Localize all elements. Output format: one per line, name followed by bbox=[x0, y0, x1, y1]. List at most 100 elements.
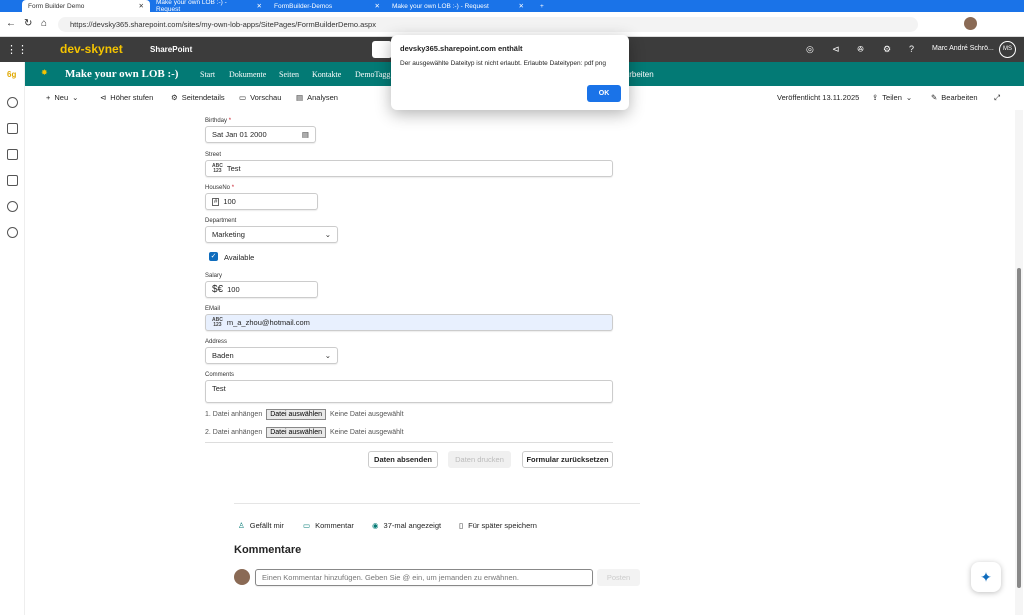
analytics-icon: ▤ bbox=[296, 93, 304, 102]
avatar[interactable]: MS bbox=[999, 41, 1016, 58]
label: Teilen bbox=[882, 93, 902, 102]
tab-request-1[interactable]: Make your own LOB :-) - Request ✕ bbox=[150, 0, 268, 13]
label: 1. Datei anhängen bbox=[205, 411, 263, 418]
search-box[interactable] bbox=[372, 41, 392, 58]
save-for-later-button[interactable]: ▯ Für später speichern bbox=[459, 521, 537, 530]
chevron-down-icon: ⌄ bbox=[905, 93, 913, 102]
placeholder: Einen Kommentar hinzufügen. Geben Sie @ … bbox=[262, 573, 519, 582]
page-details-button[interactable]: ⚙ Seitendetails bbox=[171, 93, 225, 102]
scrollbar-thumb[interactable] bbox=[1017, 268, 1021, 588]
label: Gefällt mir bbox=[249, 521, 284, 530]
expand-icon[interactable]: ⤢ bbox=[994, 93, 1000, 103]
label: Kommentar bbox=[315, 521, 354, 530]
post-button[interactable]: Posten bbox=[597, 569, 640, 586]
birthday-date-picker[interactable]: Sat Jan 01 2000 ▤ bbox=[205, 126, 316, 143]
email-input[interactable]: ABC 123 m_a_zhou@hotmail.com bbox=[205, 314, 613, 331]
address-dropdown[interactable]: Baden ⌄ bbox=[205, 347, 338, 364]
ok-button[interactable]: OK bbox=[587, 85, 621, 102]
comment-button[interactable]: ▭ Kommentar bbox=[303, 521, 354, 530]
tab-form-builder-demo[interactable]: Form Builder Demo ✕ bbox=[22, 0, 150, 12]
plus-icon: + bbox=[46, 93, 51, 102]
list-icon[interactable] bbox=[7, 175, 18, 186]
site-logo-icon[interactable]: 6g bbox=[7, 70, 16, 79]
available-checkbox[interactable]: ✓ bbox=[209, 252, 218, 261]
calendar-icon[interactable]: ▤ bbox=[302, 130, 309, 139]
profile-avatar[interactable] bbox=[964, 17, 977, 30]
megaphone-icon[interactable]: ⊲ bbox=[832, 44, 840, 55]
tab-formbuilder-demos[interactable]: FormBuilder-Demos ✕ bbox=[268, 0, 386, 12]
share-button[interactable]: ⇪ Teilen ⌄ bbox=[872, 93, 912, 102]
file-upload-1: 1. Datei anhängen Datei auswählen Keine Da… bbox=[205, 409, 404, 420]
currency-icon: $€ bbox=[212, 284, 224, 295]
file-status: Keine Datei ausgewählt bbox=[329, 429, 404, 436]
nav-kontakte[interactable]: Kontakte bbox=[312, 70, 341, 79]
value: Baden bbox=[212, 351, 234, 360]
promote-button[interactable]: ⊲ Höher stufen bbox=[100, 93, 153, 102]
print-button[interactable]: Daten drucken bbox=[448, 451, 511, 468]
nav-start[interactable]: Start bbox=[200, 70, 215, 79]
comments-textarea[interactable]: Test bbox=[205, 380, 613, 403]
refresh-icon[interactable]: ↻ bbox=[24, 18, 32, 29]
add-icon[interactable] bbox=[7, 227, 18, 238]
submit-button[interactable]: Daten absenden bbox=[368, 451, 438, 468]
app-launcher-icon[interactable]: ⋮⋮ bbox=[6, 43, 28, 56]
sync-icon[interactable] bbox=[7, 201, 18, 212]
value: Test bbox=[226, 164, 241, 173]
views-count: ◉ 37-mal angezeigt bbox=[372, 521, 441, 530]
megaphone-icon: ⊲ bbox=[100, 93, 107, 102]
nav-seiten[interactable]: Seiten bbox=[279, 70, 299, 79]
file-upload-2: 2. Datei anhängen Datei auswählen Keine Da… bbox=[205, 427, 404, 438]
close-icon[interactable]: ✕ bbox=[375, 2, 380, 10]
label: Vorschau bbox=[250, 93, 282, 102]
close-icon[interactable]: ✕ bbox=[257, 2, 262, 10]
analytics-button[interactable]: ▤ Analysen bbox=[296, 93, 338, 102]
comment-icon: ▭ bbox=[303, 521, 311, 530]
url-input[interactable]: https://devsky365.sharepoint.com/sites/m… bbox=[58, 17, 918, 32]
reset-button[interactable]: Formular zurücksetzen bbox=[522, 451, 613, 468]
comment-input[interactable]: Einen Kommentar hinzufügen. Geben Sie @ … bbox=[255, 569, 593, 586]
preview-button[interactable]: ▭ Vorschau bbox=[239, 93, 281, 102]
street-label: Street bbox=[205, 152, 222, 158]
value: Sat Jan 01 2000 bbox=[212, 130, 267, 139]
scrollbar[interactable] bbox=[1015, 110, 1023, 615]
copilot-sparkle-button[interactable]: ✦ bbox=[971, 562, 1001, 592]
sharepoint-label[interactable]: SharePoint bbox=[150, 45, 192, 54]
file-icon[interactable] bbox=[7, 149, 18, 160]
globe-icon[interactable] bbox=[7, 97, 18, 108]
dev-skynet-logo[interactable]: dev-skynet bbox=[60, 42, 123, 56]
news-icon[interactable] bbox=[7, 123, 18, 134]
help-icon[interactable]: ? bbox=[909, 44, 914, 54]
department-dropdown[interactable]: Marketing ⌄ bbox=[205, 226, 338, 243]
salary-input[interactable]: $€ 100 bbox=[205, 281, 318, 298]
number-icon: # bbox=[212, 197, 220, 206]
choose-file-button[interactable]: Datei auswählen bbox=[266, 409, 326, 420]
tab-label: Form Builder Demo bbox=[28, 2, 85, 10]
choose-file-button[interactable]: Datei auswählen bbox=[266, 427, 326, 438]
divider bbox=[234, 503, 640, 504]
home-icon[interactable]: ⌂ bbox=[41, 18, 47, 29]
chevron-down-icon: ⌄ bbox=[72, 93, 79, 102]
label: 2. Datei anhängen bbox=[205, 429, 263, 436]
new-tab-button[interactable]: + bbox=[534, 0, 550, 12]
avatar bbox=[234, 569, 250, 585]
like-button[interactable]: ♙ Gefällt mir bbox=[238, 521, 284, 530]
bookmark-icon: ▯ bbox=[459, 521, 464, 530]
new-button[interactable]: + Neu ⌄ bbox=[46, 93, 78, 102]
tab-request-2[interactable]: Make your own LOB :-) - Request ✕ bbox=[386, 0, 530, 12]
street-input[interactable]: ABC 123 Test bbox=[205, 160, 613, 177]
published-status: Veröffentlicht 13.11.2025 bbox=[777, 93, 859, 102]
people-icon[interactable]: ꔮ bbox=[857, 44, 864, 55]
text-type-icon: ABC 123 bbox=[212, 316, 223, 328]
back-icon[interactable]: ← bbox=[6, 18, 16, 29]
chevron-down-icon: ⌄ bbox=[324, 351, 331, 360]
close-icon[interactable]: ✕ bbox=[519, 2, 524, 10]
nav-dokumente[interactable]: Dokumente bbox=[229, 70, 266, 79]
edit-button[interactable]: ✎ Bearbeiten bbox=[931, 93, 978, 102]
nav-demotagg[interactable]: DemoTagg bbox=[355, 70, 390, 79]
copilot-icon[interactable]: ◎ bbox=[806, 44, 814, 55]
user-name[interactable]: Marc André Schrö... bbox=[932, 45, 994, 52]
houseno-input[interactable]: #100 bbox=[205, 193, 318, 210]
gear-icon[interactable]: ⚙ bbox=[883, 44, 891, 55]
close-icon[interactable]: ✕ bbox=[139, 2, 144, 10]
site-title[interactable]: Make your own LOB :-) bbox=[65, 68, 178, 80]
